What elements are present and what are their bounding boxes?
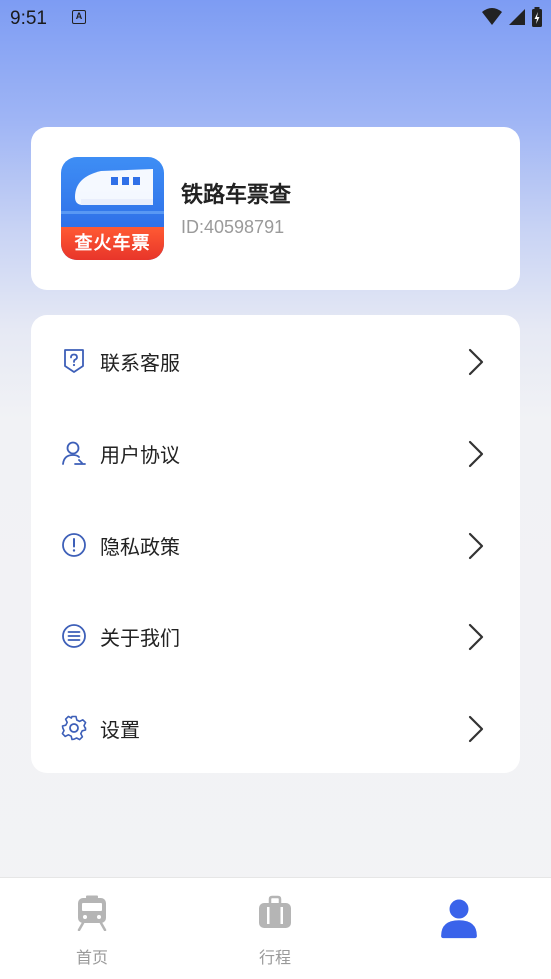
menu-item-user-agreement[interactable]: 用户协议 <box>31 407 520 498</box>
chevron-right-icon <box>468 440 484 468</box>
menu-item-label: 关于我们 <box>100 626 180 650</box>
tab-home[interactable]: 首页 <box>32 878 152 979</box>
gear-icon <box>61 715 87 741</box>
profile-card: 查火车票 铁路车票查 ID:40598791 <box>31 127 520 290</box>
menu-item-about-us[interactable]: 关于我们 <box>31 590 520 681</box>
menu-item-contact-service[interactable]: 联系客服 <box>31 315 520 406</box>
menu-item-label: 联系客服 <box>100 351 180 375</box>
train-icon <box>77 895 107 931</box>
chevron-right-icon <box>468 532 484 560</box>
user-agreement-icon <box>62 441 86 465</box>
user-id: ID:40598791 <box>181 217 285 237</box>
tab-label: 首页 <box>75 948 108 967</box>
menu-item-label: 设置 <box>100 718 140 742</box>
bottom-nav: 首页 行程 <box>0 877 551 979</box>
menu-item-label: 隐私政策 <box>100 535 180 559</box>
app-logo: 查火车票 <box>61 157 164 260</box>
suitcase-icon <box>259 895 291 928</box>
train-logo-icon <box>61 169 164 214</box>
status-indicators <box>481 6 543 28</box>
menu-item-label: 用户协议 <box>100 443 180 467</box>
chevron-right-icon <box>468 348 484 376</box>
notification-a-icon: A <box>72 10 86 24</box>
tab-label: 行程 <box>258 948 291 967</box>
tab-itinerary[interactable]: 行程 <box>215 878 335 979</box>
battery-icon <box>532 7 542 27</box>
chevron-right-icon <box>468 715 484 743</box>
app-name: 铁路车票查 <box>181 183 292 208</box>
list-circle-icon <box>62 624 86 648</box>
profile-icon <box>441 899 477 939</box>
menu-card: 联系客服 用户协议 隐私政策 关于我们 设置 <box>31 315 520 773</box>
tab-profile[interactable] <box>398 878 518 979</box>
status-bar: 9:51 A <box>0 0 551 38</box>
chevron-right-icon <box>468 623 484 651</box>
wifi-icon <box>482 8 502 25</box>
shield-question-icon <box>64 349 84 373</box>
status-time: 9:51 <box>10 8 47 29</box>
menu-item-privacy-policy[interactable]: 隐私政策 <box>31 499 520 590</box>
logo-banner-text: 查火车票 <box>61 227 164 260</box>
exclamation-circle-icon <box>62 533 86 557</box>
menu-item-settings[interactable]: 设置 <box>31 682 520 773</box>
cellular-signal-icon <box>509 9 525 25</box>
